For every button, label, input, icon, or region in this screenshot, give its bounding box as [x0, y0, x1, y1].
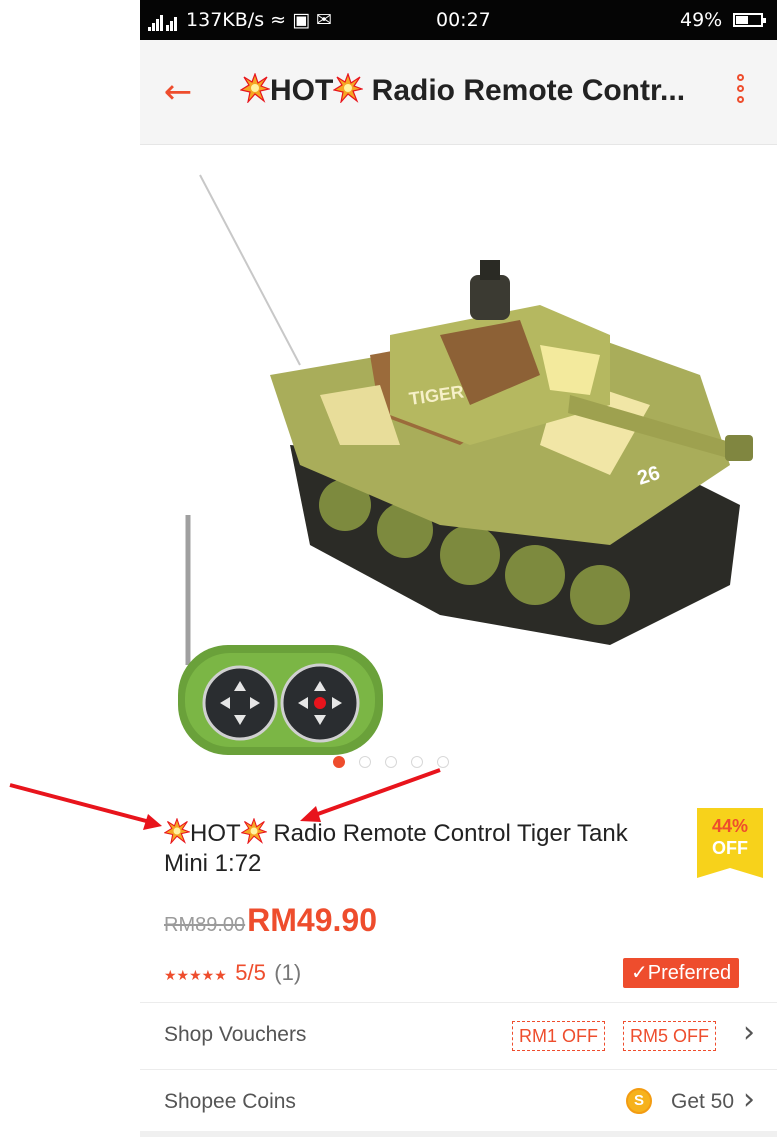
mail-icon: ✉	[316, 9, 333, 31]
title-rest-text: Radio Remote Contr...	[363, 74, 686, 107]
signal-2-icon	[166, 9, 178, 31]
battery-icon	[733, 13, 766, 27]
preferred-badge: ✓Preferred	[623, 958, 740, 988]
discount-label: OFF	[712, 838, 748, 858]
rating-count: (1)	[274, 960, 302, 985]
battery-percent: 49%	[680, 9, 723, 31]
shopee-coins-row[interactable]: Shopee Coins S Get 50 ›	[140, 1069, 777, 1136]
more-options-icon[interactable]	[728, 74, 752, 118]
rating-row[interactable]: ★★★★★ 5/5 (1)	[164, 960, 301, 986]
explosion-icon	[164, 818, 190, 844]
page-title: HOT Radio Remote Contr...	[240, 73, 720, 108]
price-row: RM89.00RM49.90	[164, 902, 377, 939]
shopee-coins-label: Shopee Coins	[164, 1090, 296, 1113]
product-title: HOT Radio Remote Control Tiger Tank Mini…	[164, 818, 664, 879]
image-carousel-dots	[140, 755, 777, 771]
coin-icon: S	[626, 1088, 652, 1114]
wifi-icon: ≈	[270, 9, 287, 31]
phone-screen: 137KB/s ≈ ▣ ✉ 00:27 49% ← HOT Radio Remo…	[140, 0, 777, 1137]
shop-vouchers-label: Shop Vouchers	[164, 1023, 307, 1046]
discount-percent: 44%	[711, 816, 749, 836]
annotation-arrow-left	[9, 783, 151, 824]
explosion-icon	[240, 818, 267, 844]
voucher-tag[interactable]: RM5 OFF	[623, 1021, 716, 1051]
status-left: 137KB/s ≈ ▣ ✉	[148, 9, 332, 31]
voucher-tag[interactable]: RM1 OFF	[512, 1021, 605, 1051]
product-title-hot: HOT	[190, 820, 241, 847]
rating-stars-icon: ★★★★★	[164, 968, 227, 984]
battery-fill	[736, 16, 748, 24]
current-price: RM49.90	[247, 902, 377, 938]
app-bar: ← HOT Radio Remote Contr...	[140, 40, 777, 145]
coins-value: Get 50	[671, 1090, 735, 1113]
carousel-dot[interactable]	[358, 756, 371, 768]
network-speed: 137KB/s	[186, 9, 265, 31]
explosion-icon	[240, 73, 270, 103]
carousel-dot[interactable]	[384, 756, 397, 768]
bottom-divider	[140, 1131, 777, 1137]
tank-photo: TIGER 26	[178, 174, 753, 755]
title-hot-text: HOT	[270, 74, 334, 107]
product-image[interactable]: TIGER 26	[140, 145, 777, 785]
status-time: 00:27	[436, 9, 491, 31]
shop-vouchers-row[interactable]: Shop Vouchers RM1 OFF RM5 OFF ›	[140, 1002, 777, 1069]
gallery-icon: ▣	[292, 9, 311, 31]
carousel-dot[interactable]	[436, 756, 449, 768]
original-price: RM89.00	[164, 914, 246, 936]
carousel-dot[interactable]	[410, 756, 423, 768]
back-arrow-icon[interactable]: ←	[156, 70, 200, 114]
chevron-right-icon: ›	[743, 1082, 755, 1117]
rating-score: 5/5	[235, 960, 266, 985]
carousel-dot[interactable]	[332, 756, 345, 768]
status-bar: 137KB/s ≈ ▣ ✉ 00:27 49%	[140, 0, 777, 40]
discount-badge: 44% OFF	[697, 808, 763, 878]
chevron-right-icon: ›	[743, 1015, 755, 1050]
signal-icon	[148, 9, 164, 31]
explosion-icon	[333, 73, 364, 103]
